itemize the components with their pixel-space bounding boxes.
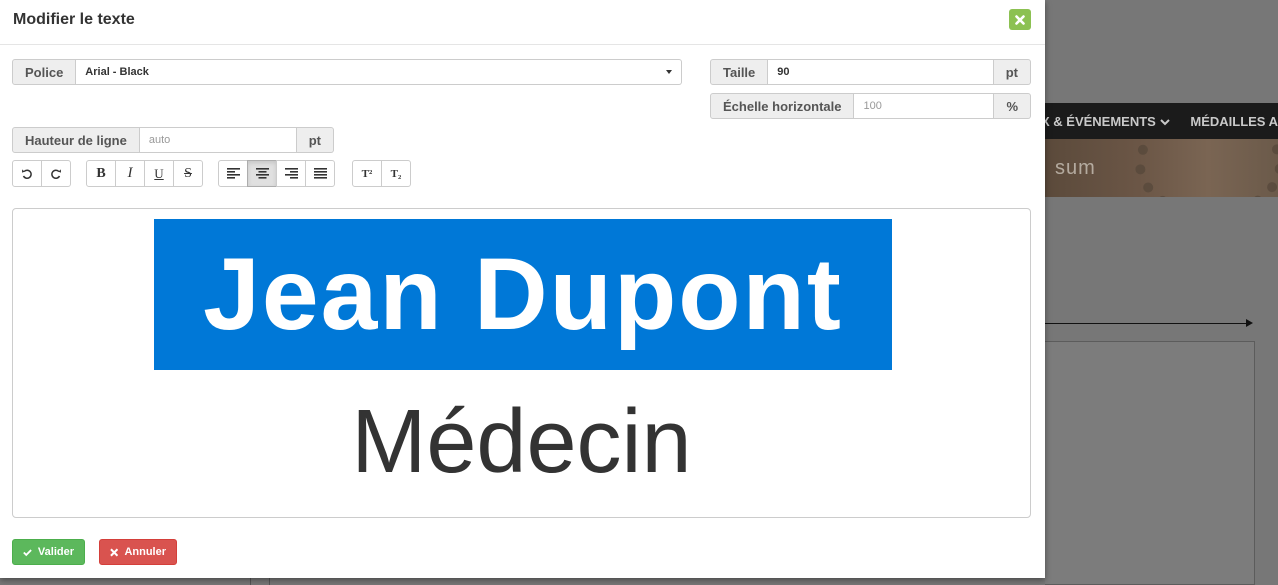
font-label: Police (12, 59, 77, 85)
background-banner-image: sum (1045, 139, 1278, 197)
underline-button[interactable]: U (144, 160, 174, 187)
nav-item-medals: MÉDAILLES A (1190, 113, 1278, 129)
edit-text-modal: Modifier le texte Police Arial - Black T… (0, 0, 1045, 578)
close-icon (110, 547, 119, 557)
redo-icon (51, 168, 61, 179)
bold-button[interactable]: B (86, 160, 116, 187)
alignment-toolbar (218, 160, 335, 187)
lineheight-label: Hauteur de ligne (12, 127, 140, 153)
align-left-button[interactable] (218, 160, 248, 187)
italic-button[interactable]: I (115, 160, 145, 187)
font-select-value: Arial - Black (85, 66, 149, 78)
superscript-button[interactable]: T² (352, 160, 382, 187)
underline-icon: U (154, 165, 164, 181)
bold-icon: B (96, 165, 106, 181)
undo-button[interactable] (12, 160, 42, 187)
font-select[interactable]: Arial - Black (76, 59, 682, 85)
strikethrough-button[interactable]: S (173, 160, 203, 187)
size-label: Taille (710, 59, 769, 85)
format-toolbar: B I U S (86, 160, 203, 187)
hscale-label: Échelle horizontale (710, 93, 855, 119)
text-editor-area[interactable]: Jean Dupont Médecin (12, 208, 1031, 518)
align-right-button[interactable] (276, 160, 306, 187)
align-center-icon (255, 168, 269, 179)
background-divider (250, 578, 270, 585)
nav-item-events: X & ÉVÉNEMENTS (1045, 113, 1156, 129)
align-justify-icon (313, 168, 327, 179)
validate-button[interactable]: Valider (12, 539, 85, 565)
close-button[interactable] (1009, 9, 1031, 30)
size-unit: pt (993, 59, 1031, 85)
undo-icon (22, 168, 32, 179)
subscript-icon: T₂ (390, 167, 402, 180)
background-panel (1045, 341, 1255, 585)
lineheight-input[interactable]: auto (139, 127, 297, 153)
banner-text: sum (1055, 157, 1096, 179)
redo-button[interactable] (41, 160, 71, 187)
hscale-input-group: Échelle horizontale 100 % (710, 93, 1031, 119)
chevron-down-icon (1160, 114, 1170, 129)
size-input-group: Taille 90 pt (710, 59, 1031, 85)
lineheight-unit: pt (296, 127, 334, 153)
check-icon (23, 548, 32, 556)
history-toolbar (12, 160, 71, 187)
align-right-icon (284, 168, 298, 179)
align-left-icon (226, 168, 240, 179)
italic-icon: I (127, 165, 133, 181)
subscript-button[interactable]: T₂ (381, 160, 411, 187)
background-nav-bar: X & ÉVÉNEMENTS MÉDAILLES A (1045, 103, 1278, 139)
editor-line-title[interactable]: Médecin (13, 387, 1030, 497)
modal-header: Modifier le texte (0, 0, 1045, 45)
caret-down-icon (666, 70, 672, 74)
align-center-button[interactable] (247, 160, 277, 187)
hscale-input[interactable]: 100 (854, 93, 995, 119)
cancel-button[interactable]: Annuler (99, 539, 177, 565)
cancel-label: Annuler (124, 546, 166, 558)
close-icon (1015, 14, 1025, 25)
modal-title: Modifier le texte (13, 11, 135, 28)
size-input[interactable]: 90 (768, 59, 994, 85)
editor-line-name[interactable]: Jean Dupont (154, 219, 892, 370)
strikethrough-icon: S (184, 165, 192, 181)
background-arrow-line (1045, 323, 1250, 324)
hscale-unit: % (994, 93, 1031, 119)
arrow-right-icon (1246, 319, 1253, 327)
lineheight-input-group: Hauteur de ligne auto pt (12, 127, 334, 153)
validate-label: Valider (37, 546, 74, 558)
superscript-icon: T² (361, 167, 373, 180)
font-select-group: Police Arial - Black (12, 59, 682, 85)
script-toolbar: T² T₂ (352, 160, 411, 187)
align-justify-button[interactable] (305, 160, 335, 187)
